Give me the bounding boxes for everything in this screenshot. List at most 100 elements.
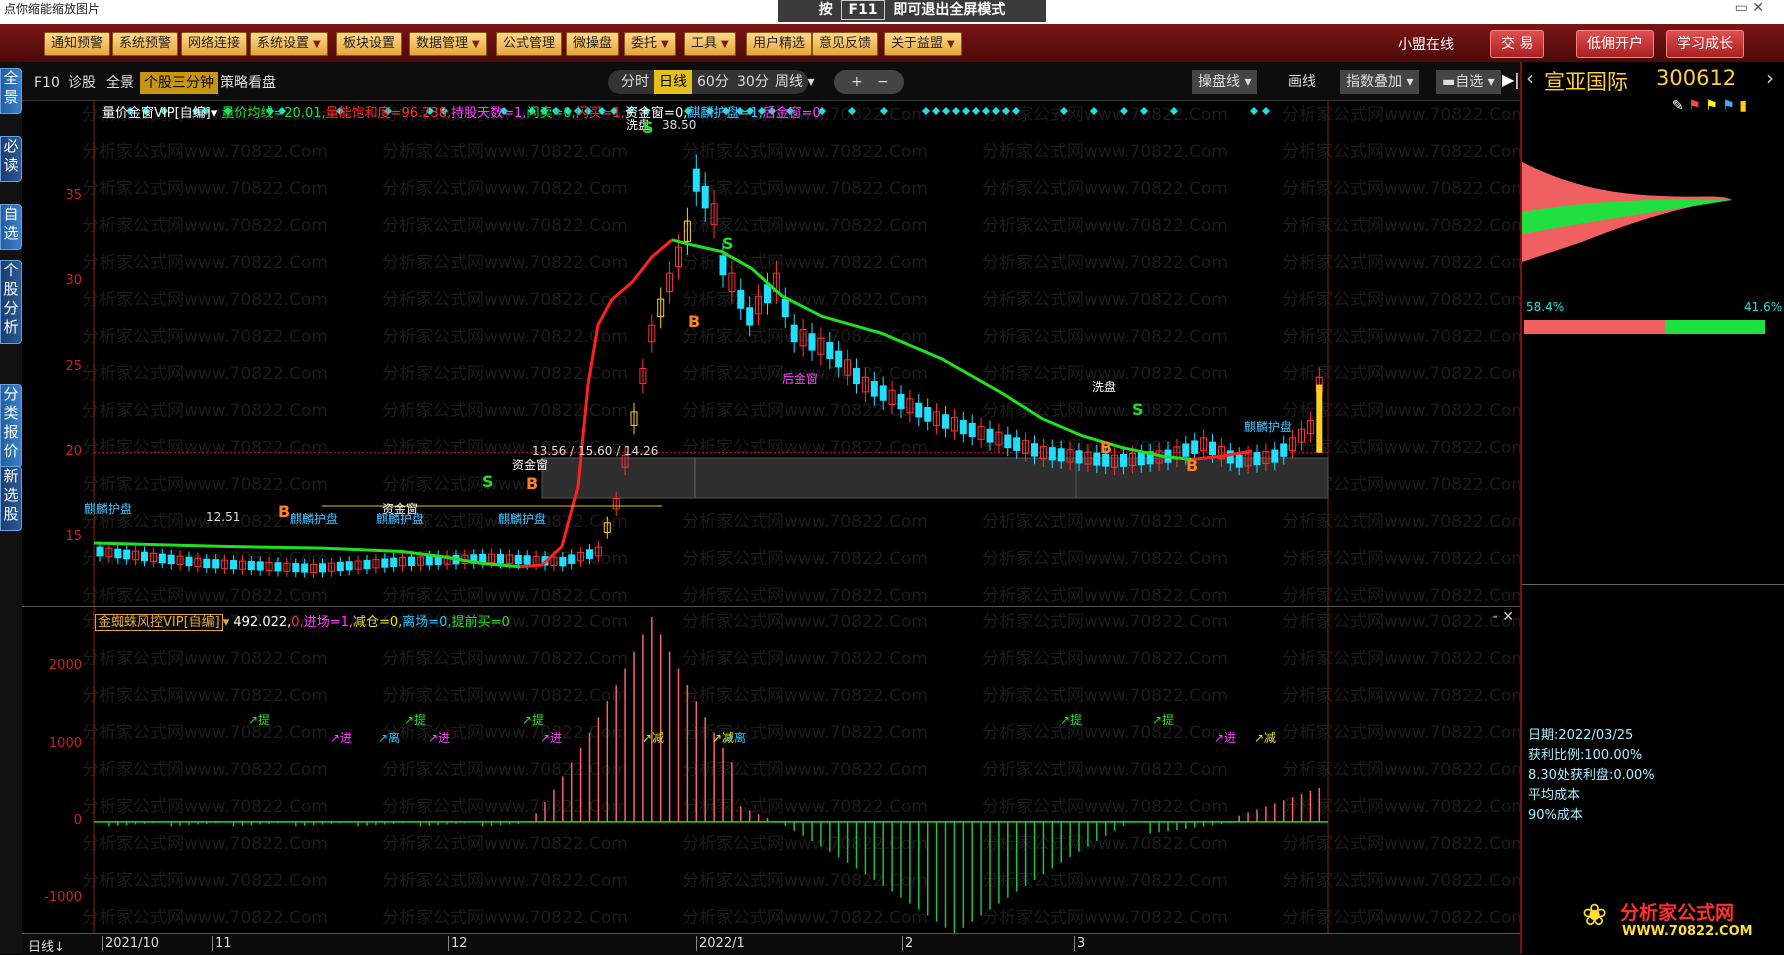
period-4[interactable]: 周线 ▾ [770,70,819,94]
candle-body [1013,437,1021,451]
watermark: 分析家公式网www.70822.Com 分析家公式网www.70822.Com 分析… [82,105,1784,606]
collapse-icon[interactable]: ▶| [1502,70,1520,89]
candle-body [1191,440,1199,454]
menu-item-label: 委托 [631,36,658,51]
svg-text:分析家公式网www.70822.Com: 分析家公式网www.70822.Com [982,142,1228,162]
zoom-in-button[interactable]: + [846,70,868,94]
menu-item-8[interactable]: 委托 ▼ [624,32,676,56]
watchlist-button[interactable]: ▬自选 ▾ [1436,70,1501,94]
zoom-out-button[interactable]: − [872,70,894,94]
left-tab-1[interactable]: 必读 [0,136,22,182]
candle-body [336,561,344,572]
period-3[interactable]: 30分 [732,70,774,94]
candle-body [1057,448,1065,462]
mark-jin: ↗进 [428,731,451,745]
flag-yellow-icon[interactable]: ⚑ [1705,98,1718,114]
mark-jian: ↗减 [642,731,665,745]
menu-item-1[interactable]: 系统预警 [112,32,179,56]
left-tab-0[interactable]: 全景 [0,68,22,114]
candle-body [1137,452,1145,466]
legend-item: 闪买=1, [575,106,626,121]
menu-item-label: 通知预警 [51,36,104,51]
candle-body [1209,441,1216,456]
svg-text:分析家公式网www.70822.Com: 分析家公式网www.70822.Com [82,142,328,162]
draw-line-button[interactable]: 画线 [1282,70,1322,94]
flag-red-icon[interactable]: ⚑ [1688,98,1701,114]
x-tick-label: 2022/1 [696,936,745,951]
candle-body [141,551,148,562]
candle-body [203,558,211,569]
menu-item-10[interactable]: 用户精选 [746,32,813,56]
period-2[interactable]: 60分 [692,70,734,94]
main-indicator-name[interactable]: 量价金窗VIP[自编] [102,106,211,121]
menu-item-label: 工具 [691,36,718,51]
menu-item-9[interactable]: 工具 ▼ [684,32,736,56]
trade-button[interactable]: 交 易 [1490,30,1545,58]
prev-stock-icon[interactable]: ‹ [1526,66,1534,90]
candle-body [1093,452,1101,466]
period-1[interactable]: 日线 [654,70,692,94]
sub-legend: 金蜘蛛风控VIP[自编] ▾ 492.022,0,进场=1,减仓=0,离场=0,提… [95,611,510,631]
sub-indicator-name[interactable]: 金蜘蛛风控VIP[自编] [95,614,223,631]
menu-item-5[interactable]: 数据管理 ▼ [409,32,487,56]
legend-item: 减仓=0, [352,615,403,630]
svg-text:分析家公式网www.70822.Com: 分析家公式网www.70822.Com [682,216,928,236]
svg-text:分析家公式网www.70822.Com: 分析家公式网www.70822.Com [82,179,328,199]
menu-item-label: 系统预警 [119,36,172,51]
sub-close-icon[interactable]: - ✕ [1493,609,1514,625]
menu-item-3[interactable]: 系统设置 ▼ [250,32,328,56]
svg-text:分析家公式网www.70822.Com: 分析家公式网www.70822.Com [682,179,928,199]
pen-icon[interactable]: ✎ [1672,98,1684,114]
chart-tab-3[interactable]: 个股三分钟 [140,72,218,94]
period-switch[interactable]: 日线↓ [28,936,65,955]
svg-text:分析家公式网www.70822.Com: 分析家公式网www.70822.Com [82,216,328,236]
svg-text:分析家公式网www.70822.Com: 分析家公式网www.70822.Com [1282,760,1520,780]
open-account-button[interactable]: 低佣开户 [1576,30,1654,58]
legend-item: 离场=0, [402,615,452,630]
bookmark-icon[interactable]: ▮ [1739,98,1747,114]
svg-text:分析家公式网www.70822.Com: 分析家公式网www.70822.Com [982,760,1228,780]
candle-body [879,385,887,401]
menu-item-4[interactable]: 板块设置 [336,32,403,56]
left-tab-2[interactable]: 自选 [0,204,22,250]
left-tab-3[interactable]: 个股分析 [0,260,22,344]
flag-blue-icon[interactable]: ⚑ [1722,98,1735,114]
svg-text:分析家公式网www.70822.Com: 分析家公式网www.70822.Com [82,834,328,854]
svg-text:分析家公式网www.70822.Com: 分析家公式网www.70822.Com [1282,834,1520,854]
mark-ti: ↗提 [248,713,271,727]
svg-text:分析家公式网www.70822.Com: 分析家公式网www.70822.Com [82,760,328,780]
svg-text:分析家公式网www.70822.Com: 分析家公式网www.70822.Com [982,723,1228,743]
menu-item-7[interactable]: 微操盘 [566,32,620,56]
next-stock-icon[interactable]: › [1766,66,1774,90]
logo-url: WWW.70822.COM [1622,924,1753,939]
candle-body [301,563,309,573]
chart-tab-1[interactable]: 诊股 [66,72,98,94]
close-icon[interactable]: ▭ ✕ [1735,0,1764,16]
left-tab-4[interactable]: 分类报价 [0,384,22,468]
svg-text:分析家公式网www.70822.Com: 分析家公式网www.70822.Com [382,908,628,928]
legend-item: 0, [291,615,304,630]
menu-item-0[interactable]: 通知预警 [44,32,111,56]
candle-body [167,554,175,565]
candle-body [897,394,905,410]
chart-tab-2[interactable]: 全景 [104,72,136,94]
chart-tab-0[interactable]: F10 [32,72,62,94]
svg-text:分析家公式网www.70822.Com: 分析家公式网www.70822.Com [982,797,1228,817]
period-0[interactable]: 分时 [616,70,654,94]
menu-item-6[interactable]: 公式管理 [496,32,563,56]
mark-jin: ↗进 [540,731,563,745]
candle-body [390,557,398,568]
menu-item-11[interactable]: 意见反馈 [812,32,879,56]
menu-item-2[interactable]: 网络连接 [181,32,248,56]
index-overlay-button[interactable]: 指数叠加 ▾ [1340,70,1420,94]
learn-button[interactable]: 学习成长 [1666,30,1744,58]
candle-body [924,407,932,422]
legend-item: 麒麟护盘=1, [687,106,763,121]
left-tab-5[interactable]: 新选股 [0,466,22,531]
mark-ti: ↗提 [522,713,545,727]
op-line-button[interactable]: 操盘线 ▾ [1192,70,1258,94]
chart-tab-4[interactable]: 策略看盘 [218,72,278,94]
menu-item-label: 系统设置 [257,36,310,51]
houjin-label: 后金窗 [782,372,819,386]
menu-item-12[interactable]: 关于益盟 ▼ [884,32,962,56]
